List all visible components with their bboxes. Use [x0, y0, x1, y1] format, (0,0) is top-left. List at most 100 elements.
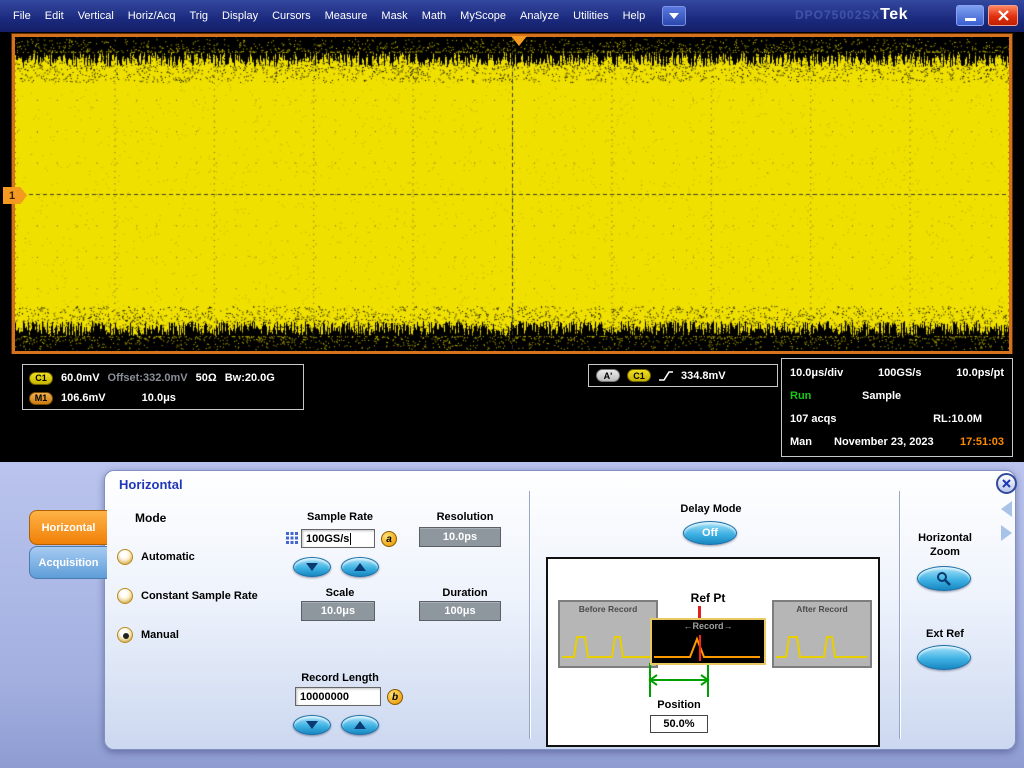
- menu-bar: File Edit Vertical Horiz/Acq Trig Displa…: [0, 0, 1024, 32]
- ch1-scale-readout: 60.0mV: [61, 372, 100, 384]
- tek-logo: Tek: [880, 6, 908, 23]
- menu-help[interactable]: Help: [616, 0, 653, 32]
- record-length-label: Record Length: [301, 672, 379, 684]
- after-record-label: After Record: [796, 604, 848, 614]
- acquisitions-readout: 107 acqs: [790, 413, 837, 426]
- chevron-down-icon: [669, 13, 680, 19]
- nav-previous-icon[interactable]: [1001, 501, 1012, 517]
- channel-readout-box: C1 60.0mV Offset:332.0mV 50Ω Bw:20.0G M1…: [22, 364, 304, 410]
- scale-value-box: 10.0μs: [301, 601, 375, 621]
- mode-heading: Mode: [135, 511, 167, 525]
- delay-mode-label: Delay Mode: [680, 503, 742, 515]
- position-value-box: 50.0%: [650, 715, 708, 733]
- trig-mode-readout: Man: [790, 436, 812, 449]
- before-record-box: Before Record: [558, 600, 658, 668]
- trigger-system-badge: A': [596, 369, 620, 382]
- tab-horizontal[interactable]: Horizontal: [29, 510, 107, 545]
- sample-rate-input[interactable]: 100GS/s: [301, 529, 375, 548]
- menu-horiz-acq[interactable]: Horiz/Acq: [121, 0, 183, 32]
- arrow-down-icon: [306, 721, 318, 729]
- menu-vertical[interactable]: Vertical: [71, 0, 121, 32]
- status-readout-box: 10.0μs/div 100GS/s 10.0ps/pt Run Sample …: [781, 358, 1013, 457]
- radio-manual-circle[interactable]: [117, 627, 133, 643]
- record-length-input[interactable]: 10000000: [295, 687, 381, 706]
- after-record-waveform: [776, 636, 867, 658]
- timebase-readout: 10.0μs/div: [790, 366, 844, 379]
- position-dimension-lines: [648, 663, 710, 697]
- tab-acquisition[interactable]: Acquisition: [29, 546, 107, 579]
- arrow-down-icon: [306, 563, 318, 571]
- dialog-close-button[interactable]: [996, 473, 1017, 494]
- duration-value-box: 100μs: [419, 601, 501, 621]
- record-length-decrease-button[interactable]: [293, 715, 331, 735]
- divider: [899, 491, 900, 739]
- delay-mode-off-button[interactable]: Off: [683, 521, 737, 545]
- menu-analyze[interactable]: Analyze: [513, 0, 566, 32]
- keypad-icon[interactable]: [286, 532, 298, 544]
- sample-rate-label: Sample Rate: [306, 511, 374, 523]
- ch1-readout-row: C1 60.0mV Offset:332.0mV 50Ω Bw:20.0G: [29, 368, 297, 388]
- record-box: ←Record→: [650, 618, 766, 665]
- trigger-source-badge: C1: [627, 369, 651, 382]
- channel1-badge[interactable]: C1: [29, 371, 53, 385]
- arrow-up-icon: [354, 721, 366, 729]
- divider: [529, 491, 530, 739]
- radio-manual-label: Manual: [141, 629, 179, 641]
- nav-next-icon[interactable]: [1001, 525, 1012, 541]
- m1-timebase-readout: 10.0μs: [141, 392, 176, 404]
- duration-label: Duration: [442, 587, 488, 599]
- radio-constant-sample-rate-label: Constant Sample Rate: [141, 590, 258, 602]
- ch1-impedance-readout: 50Ω: [195, 372, 217, 384]
- menu-display[interactable]: Display: [215, 0, 265, 32]
- radio-automatic-circle[interactable]: [117, 549, 133, 565]
- menu-math[interactable]: Math: [415, 0, 453, 32]
- readout-bar: C1 60.0mV Offset:332.0mV 50Ω Bw:20.0G M1…: [0, 354, 1024, 462]
- minimize-button[interactable]: [956, 5, 984, 26]
- radio-constant-sample-rate-circle[interactable]: [117, 588, 133, 604]
- trigger-level-readout: 334.8mV: [681, 369, 726, 382]
- menu-dropdown-button[interactable]: [662, 6, 687, 26]
- control-panel: Horizontal Acquisition Horizontal Mode A…: [0, 462, 1024, 768]
- menu-mask[interactable]: Mask: [374, 0, 414, 32]
- status-line-run: Run Sample: [790, 390, 1004, 402]
- radio-constant-sample-rate[interactable]: Constant Sample Rate: [117, 588, 258, 604]
- sample-rate-increase-button[interactable]: [341, 557, 379, 577]
- ext-ref-button[interactable]: [917, 645, 971, 670]
- horizontal-zoom-button[interactable]: [917, 566, 971, 591]
- minimize-icon: [964, 18, 976, 21]
- close-window-button[interactable]: [988, 5, 1018, 26]
- waveform-display: 1: [3, 34, 1012, 354]
- dialog-title: Horizontal: [119, 477, 183, 492]
- math1-badge[interactable]: M1: [29, 391, 53, 405]
- radio-manual[interactable]: Manual: [117, 627, 179, 643]
- record-length-readout: RL:10.0M: [933, 413, 982, 426]
- menu-utilities[interactable]: Utilities: [566, 0, 615, 32]
- samplerate-readout: 100GS/s: [878, 366, 922, 379]
- resolution-readout: 10.0ps/pt: [956, 366, 1004, 379]
- multipurpose-knob-a-badge: a: [381, 531, 397, 547]
- record-waveform: [654, 635, 760, 661]
- menu-edit[interactable]: Edit: [38, 0, 71, 32]
- multipurpose-knob-b-badge: b: [387, 689, 403, 705]
- close-icon: [997, 10, 1009, 21]
- menu-file[interactable]: File: [6, 0, 38, 32]
- waveform-canvas: [15, 37, 1009, 351]
- menu-myscope[interactable]: MyScope: [453, 0, 513, 32]
- magnifier-icon: [937, 571, 951, 586]
- radio-automatic[interactable]: Automatic: [117, 549, 195, 565]
- after-record-box: After Record: [772, 600, 872, 668]
- menu-measure[interactable]: Measure: [318, 0, 375, 32]
- record-length-increase-button[interactable]: [341, 715, 379, 735]
- status-line-acqs: 107 acqs RL:10.0M: [790, 413, 1004, 425]
- horizontal-zoom-label: Horizontal Zoom: [918, 532, 972, 558]
- record-diagram: Ref Pt Before Record After Record ←Recor…: [546, 557, 880, 747]
- date-readout: November 23, 2023: [834, 436, 934, 449]
- menu-cursors[interactable]: Cursors: [265, 0, 318, 32]
- menu-trig[interactable]: Trig: [182, 0, 215, 32]
- m1-readout-row: M1 106.6mV 10.0μs: [29, 388, 297, 408]
- sample-rate-value: 100GS/s: [306, 532, 350, 545]
- rising-edge-icon: [659, 370, 673, 381]
- ext-ref-label: Ext Ref: [926, 628, 964, 640]
- ref-pt-label: Ref Pt: [690, 591, 726, 605]
- sample-rate-decrease-button[interactable]: [293, 557, 331, 577]
